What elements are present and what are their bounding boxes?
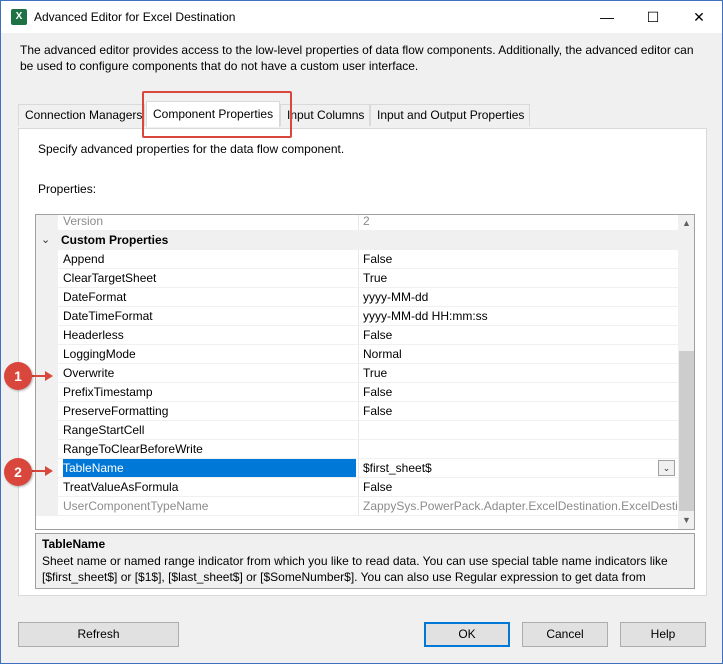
editor-description: The advanced editor provides access to t… [20,43,694,73]
minimize-icon[interactable]: — [584,1,630,33]
property-value[interactable]: False [358,326,678,345]
refresh-button[interactable]: Refresh [18,622,179,647]
excel-icon: X [11,9,27,25]
property-name: LoggingMode [63,347,136,361]
property-value[interactable]: False [358,478,678,497]
property-value[interactable]: False [358,250,678,269]
property-name: Version [63,214,104,228]
row-gutter [36,402,58,421]
row-divider [58,515,678,516]
property-description-title: TableName [42,537,106,551]
category-row[interactable]: ⌄ Custom Properties [36,231,678,250]
property-row[interactable]: PrefixTimestamp False [36,383,678,402]
property-row[interactable]: RangeStartCell [36,421,678,440]
property-value[interactable]: True [358,269,678,288]
property-row[interactable]: Version 2 [36,214,678,231]
property-value[interactable]: 2 [358,215,678,231]
property-description-text: Sheet name or named range indicator from… [42,554,668,587]
property-name: TableName [63,459,356,478]
property-row[interactable]: TreatValueAsFormula False [36,478,678,497]
row-gutter [36,250,58,269]
panel-instructions: Specify advanced properties for the data… [38,142,345,156]
property-row[interactable]: ClearTargetSheet True [36,269,678,288]
property-row[interactable]: LoggingMode Normal [36,345,678,364]
row-gutter [36,215,58,231]
property-name: Append [63,252,105,266]
callout-badge-2: 2 [4,458,32,486]
chevron-down-icon[interactable]: ⌄ [658,460,675,476]
component-properties-panel: Specify advanced properties for the data… [18,128,707,596]
row-gutter [36,383,58,402]
vertical-scrollbar[interactable]: ▲ ▼ [678,215,694,529]
title-bar[interactable]: X Advanced Editor for Excel Destination … [1,1,722,33]
property-name: TreatValueAsFormula [63,480,179,494]
help-button[interactable]: Help [620,622,706,647]
tab-component-properties[interactable]: Component Properties [146,101,280,127]
property-name: UserComponentTypeName [63,499,209,513]
tab-input-output-properties[interactable]: Input and Output Properties [370,104,530,126]
property-row[interactable]: PreserveFormatting False [36,402,678,421]
property-name: Headerless [63,328,124,342]
property-value[interactable] [358,421,678,440]
property-description-box: TableName Sheet name or named range indi… [35,533,695,589]
property-value[interactable]: yyyy-MM-dd [358,288,678,307]
dialog-window: X Advanced Editor for Excel Destination … [0,0,723,664]
property-value[interactable]: ZappySys.PowerPack.Adapter.ExcelDestinat… [358,497,678,516]
property-value[interactable]: Normal [358,345,678,364]
row-gutter [36,478,58,497]
property-row[interactable]: TableName $first_sheet$ ⌄ [36,459,678,478]
callout-line-2 [32,470,46,472]
ok-button[interactable]: OK [424,622,510,647]
property-row[interactable]: Overwrite True [36,364,678,383]
row-gutter [36,307,58,326]
row-gutter [36,326,58,345]
callout-line-1 [32,375,46,377]
property-row[interactable]: DateFormat yyyy-MM-dd [36,288,678,307]
property-row[interactable]: DateTimeFormat yyyy-MM-dd HH:mm:ss [36,307,678,326]
cancel-button[interactable]: Cancel [522,622,608,647]
scroll-up-icon[interactable]: ▲ [678,215,694,232]
maximize-icon[interactable]: ☐ [630,1,676,33]
window-title: Advanced Editor for Excel Destination [34,10,236,24]
collapse-icon[interactable]: ⌄ [41,234,50,246]
property-name: ClearTargetSheet [63,271,157,285]
property-value[interactable]: False [358,402,678,421]
property-value[interactable] [358,440,678,459]
property-row[interactable]: UserComponentTypeName ZappySys.PowerPack.… [36,497,678,516]
callout-badge-1: 1 [4,362,32,390]
row-gutter [36,421,58,440]
property-row[interactable]: Append False [36,250,678,269]
row-gutter [36,288,58,307]
tab-connection-managers[interactable]: Connection Managers [18,104,145,126]
property-value[interactable]: True [358,364,678,383]
property-name: DateFormat [63,290,127,304]
properties-label: Properties: [38,182,97,196]
property-grid[interactable]: Version 2 ⌄ Custom Properties Append False Cle… [35,214,695,530]
property-row[interactable]: Headerless False [36,326,678,345]
property-name: RangeToClearBeforeWrite [63,442,203,456]
row-gutter [36,345,58,364]
property-value[interactable]: yyyy-MM-dd HH:mm:ss [358,307,678,326]
property-name: Overwrite [63,366,115,380]
property-value[interactable]: $first_sheet$ [358,459,678,478]
row-gutter [36,497,58,516]
property-name: RangeStartCell [63,423,145,437]
scroll-thumb[interactable] [679,351,694,511]
row-gutter [36,440,58,459]
tab-input-columns[interactable]: Input Columns [280,104,370,126]
scroll-down-icon[interactable]: ▼ [678,512,694,529]
callout-arrow-1 [45,371,53,381]
callout-arrow-2 [45,466,53,476]
row-gutter [36,269,58,288]
property-name: PrefixTimestamp [63,385,153,399]
close-icon[interactable]: ✕ [676,1,722,33]
property-row[interactable]: RangeToClearBeforeWrite [36,440,678,459]
property-name: PreserveFormatting [63,404,169,418]
property-name: Custom Properties [61,233,169,247]
property-name: DateTimeFormat [63,309,153,323]
property-value[interactable]: False [358,383,678,402]
